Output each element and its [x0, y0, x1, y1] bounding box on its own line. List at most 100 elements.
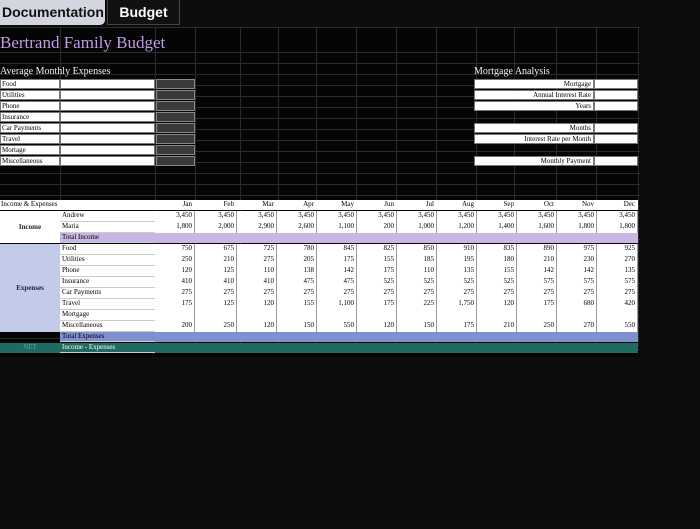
expense-cell[interactable]: 120: [237, 299, 277, 310]
expense-cell[interactable]: 845: [317, 244, 357, 255]
income-cell[interactable]: 1,400: [477, 222, 517, 233]
expense-cell[interactable]: 150: [397, 321, 437, 332]
expense-cell[interactable]: 910: [437, 244, 477, 255]
net-row[interactable]: [155, 343, 638, 353]
expense-cell[interactable]: 142: [557, 266, 597, 277]
income-cell[interactable]: 3,450: [517, 211, 557, 222]
expense-cell[interactable]: 180: [477, 255, 517, 266]
income-cell[interactable]: 3,450: [277, 211, 317, 222]
expense-cell[interactable]: 110: [237, 266, 277, 277]
avg-expense-input[interactable]: [60, 145, 155, 155]
income-cell[interactable]: 3,450: [317, 211, 357, 222]
expense-cell[interactable]: 275: [237, 288, 277, 299]
expense-cell[interactable]: [477, 310, 517, 321]
expense-cell[interactable]: 410: [195, 277, 237, 288]
income-cell[interactable]: 1,800: [597, 222, 638, 233]
expense-cell[interactable]: 825: [357, 244, 397, 255]
expense-cell[interactable]: 550: [317, 321, 357, 332]
expense-cell[interactable]: 138: [277, 266, 317, 277]
expense-cell[interactable]: 275: [557, 288, 597, 299]
expense-cell[interactable]: 125: [195, 266, 237, 277]
avg-expense-input[interactable]: [60, 79, 155, 89]
expense-cell[interactable]: [357, 310, 397, 321]
interest-rate-month-input[interactable]: [594, 134, 638, 144]
income-cell[interactable]: 2,000: [195, 222, 237, 233]
expense-cell[interactable]: 1,750: [437, 299, 477, 310]
expense-cell[interactable]: 275: [277, 288, 317, 299]
expense-cell[interactable]: 275: [517, 288, 557, 299]
income-cell[interactable]: 3,450: [237, 211, 277, 222]
income-cell[interactable]: 3,450: [557, 211, 597, 222]
expense-cell[interactable]: 120: [357, 321, 397, 332]
expense-cell[interactable]: 225: [397, 299, 437, 310]
expense-cell[interactable]: [397, 310, 437, 321]
expense-cell[interactable]: 110: [397, 266, 437, 277]
avg-expense-input[interactable]: [60, 134, 155, 144]
expense-cell[interactable]: 205: [277, 255, 317, 266]
avg-expense-value[interactable]: [156, 123, 195, 133]
expense-cell[interactable]: 175: [517, 299, 557, 310]
income-cell[interactable]: 1,600: [517, 222, 557, 233]
avg-expense-value[interactable]: [156, 101, 195, 111]
expense-cell[interactable]: 150: [277, 321, 317, 332]
income-cell[interactable]: 2,900: [237, 222, 277, 233]
expense-cell[interactable]: 275: [155, 288, 195, 299]
expense-cell[interactable]: 890: [517, 244, 557, 255]
expense-cell[interactable]: 200: [155, 321, 195, 332]
expense-cell[interactable]: 250: [517, 321, 557, 332]
avg-expense-value[interactable]: [156, 112, 195, 122]
expense-cell[interactable]: 210: [517, 255, 557, 266]
income-cell[interactable]: 1,800: [155, 222, 195, 233]
mortgage-input[interactable]: [594, 101, 638, 111]
expense-cell[interactable]: 575: [517, 277, 557, 288]
tab-documentation[interactable]: Documentation: [0, 0, 105, 25]
expense-cell[interactable]: 275: [477, 288, 517, 299]
expense-cell[interactable]: 725: [237, 244, 277, 255]
expense-cell[interactable]: 550: [597, 321, 638, 332]
expense-cell[interactable]: 275: [597, 288, 638, 299]
monthly-payment-input[interactable]: [594, 156, 638, 166]
expense-cell[interactable]: 125: [195, 299, 237, 310]
expense-cell[interactable]: 680: [557, 299, 597, 310]
expense-cell[interactable]: [557, 310, 597, 321]
tab-budget[interactable]: Budget: [107, 0, 180, 25]
expense-cell[interactable]: 270: [597, 255, 638, 266]
expense-cell[interactable]: 475: [277, 277, 317, 288]
expense-cell[interactable]: 575: [597, 277, 638, 288]
avg-expense-input[interactable]: [60, 156, 155, 166]
expense-cell[interactable]: 525: [437, 277, 477, 288]
expense-cell[interactable]: 410: [237, 277, 277, 288]
expense-cell[interactable]: 275: [357, 288, 397, 299]
expense-cell[interactable]: 250: [155, 255, 195, 266]
income-cell[interactable]: 3,450: [437, 211, 477, 222]
income-cell[interactable]: 1,100: [317, 222, 357, 233]
expense-cell[interactable]: 175: [357, 299, 397, 310]
expense-cell[interactable]: [597, 310, 638, 321]
expense-cell[interactable]: 185: [397, 255, 437, 266]
expense-cell[interactable]: [437, 310, 477, 321]
expense-cell[interactable]: 270: [557, 321, 597, 332]
expense-cell[interactable]: 410: [155, 277, 195, 288]
total-expenses-row[interactable]: [155, 332, 638, 342]
expense-cell[interactable]: 525: [357, 277, 397, 288]
expense-cell[interactable]: 250: [195, 321, 237, 332]
expense-cell[interactable]: 175: [317, 255, 357, 266]
avg-expense-value[interactable]: [156, 156, 195, 166]
expense-cell[interactable]: [277, 310, 317, 321]
expense-cell[interactable]: [237, 310, 277, 321]
income-cell[interactable]: 3,450: [155, 211, 195, 222]
expense-cell[interactable]: 975: [557, 244, 597, 255]
expense-cell[interactable]: 155: [277, 299, 317, 310]
expense-cell[interactable]: 275: [397, 288, 437, 299]
expense-cell[interactable]: 142: [517, 266, 557, 277]
income-cell[interactable]: 2,600: [277, 222, 317, 233]
expense-cell[interactable]: 475: [317, 277, 357, 288]
expense-cell[interactable]: 575: [557, 277, 597, 288]
expense-cell[interactable]: 850: [397, 244, 437, 255]
expense-cell[interactable]: 275: [195, 288, 237, 299]
expense-cell[interactable]: 275: [237, 255, 277, 266]
expense-cell[interactable]: 120: [477, 299, 517, 310]
expense-cell[interactable]: [195, 310, 237, 321]
expense-cell[interactable]: 525: [397, 277, 437, 288]
expense-cell[interactable]: 780: [277, 244, 317, 255]
